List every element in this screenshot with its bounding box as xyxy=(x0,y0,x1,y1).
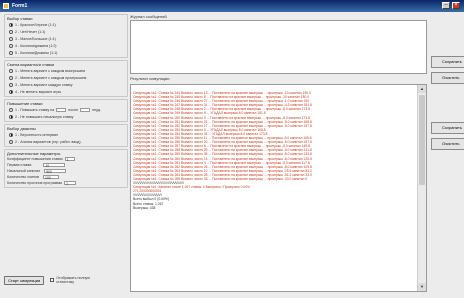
window-title: Form1 xyxy=(12,3,28,9)
raise-losses-input[interactable] xyxy=(80,107,91,112)
variant-option-1[interactable]: 1 - Менять вариант с каждым выигрышем xyxy=(9,67,125,74)
settings-panel: Выбор ставки 1 - Красное/Черное (1:1) 2 … xyxy=(4,14,128,294)
full-stats-checkbox[interactable] xyxy=(50,278,55,282)
runs-field[interactable]: 1 xyxy=(64,180,77,186)
param-label: Количество спинов xyxy=(7,175,39,179)
title-bar: Form1 – × xyxy=(0,0,464,12)
start-row: Старт симуляции Отображать полную статис… xyxy=(4,276,96,285)
bet-type-group: Выбор ставки 1 - Красное/Черное (1:1) 2 … xyxy=(4,14,128,58)
capital-field[interactable]: 500 xyxy=(44,168,67,174)
minimize-button[interactable]: – xyxy=(442,2,450,9)
messages-textbox[interactable] xyxy=(130,20,427,74)
radio-label: 2 - Не повышать начальную ставку xyxy=(15,114,74,119)
radio-label: 2 - Анализ вариантов (стр. работ. ввод) xyxy=(15,139,81,144)
raise-unit-label: неуд. xyxy=(92,107,101,112)
raise-group: Повышение ставки 1 - Повышать ставку на … xyxy=(4,99,128,122)
save-messages-button[interactable]: Сохранить xyxy=(431,56,464,68)
params-group: Дополнительные параметры Коэффициент пов… xyxy=(4,149,128,188)
dozen-group: Выбор дюжины 1 - Вероятность интервал 2 … xyxy=(4,124,128,147)
radio-label: 2 - Чет/Нечет (1:1) xyxy=(15,29,46,34)
radio-label: 1 - Красное/Черное (1:1) xyxy=(15,22,56,27)
radio-label: 4 - Не менять вариант игры xyxy=(15,89,62,94)
param-label: Коэффициент повышения ставки xyxy=(7,157,63,161)
radio-icon[interactable] xyxy=(9,89,13,94)
clear-messages-button[interactable]: Очистить xyxy=(431,72,464,84)
variant-option-3[interactable]: 3 - Менять вариант каждую ставку xyxy=(9,81,125,88)
variant-option-4[interactable]: 4 - Не менять вариант игры xyxy=(9,88,125,95)
raise-option-2[interactable]: 2 - Не повышать начальную ставку xyxy=(9,113,125,120)
bet-type-option-5[interactable]: 5 - Колонки/Дюжины (1:1) xyxy=(9,49,125,56)
param-label: Первая ставка xyxy=(7,163,32,167)
save-results-button[interactable]: Сохранить xyxy=(431,122,464,134)
radio-label: 5 - Колонки/Дюжины (1:1) xyxy=(15,50,58,55)
bet-type-option-3[interactable]: 3 - Малое/Большое (1:1) xyxy=(9,35,125,42)
radio-icon[interactable] xyxy=(9,114,13,119)
bet-type-option-1[interactable]: 1 - Красное/Черное (1:1) xyxy=(9,21,125,28)
bet-type-option-4[interactable]: 4 - Колонка/дюжина (1:2) xyxy=(9,42,125,49)
results-lines: Симуляция №1: Ставка № 244 Выпало число … xyxy=(133,87,415,210)
scroll-down-icon[interactable]: ▼ xyxy=(418,283,426,291)
radio-icon[interactable] xyxy=(9,29,13,34)
param-label: Количество прогонов программы xyxy=(7,181,63,185)
output-panel: Журнал сообщений Результат симуляции Сим… xyxy=(130,14,427,294)
app-icon xyxy=(3,3,9,9)
radio-icon[interactable] xyxy=(9,132,13,137)
radio-icon[interactable] xyxy=(9,107,13,112)
variant-group: Смена варианта/и ставки 1 - Менять вариа… xyxy=(4,60,128,97)
radio-icon[interactable] xyxy=(9,75,13,80)
clear-results-button[interactable]: Очистить xyxy=(431,138,464,150)
radio-icon[interactable] xyxy=(9,36,13,41)
raise-amount-input[interactable] xyxy=(56,107,67,112)
close-button[interactable]: × xyxy=(452,2,460,9)
param-label: Начальный капитал xyxy=(7,169,41,173)
results-label: Результат симуляции xyxy=(130,76,170,81)
scroll-up-icon[interactable]: ▲ xyxy=(418,85,426,93)
start-simulation-button[interactable]: Старт симуляции xyxy=(4,276,45,285)
radio-label: 1 - Менять вариант с каждым выигрышем xyxy=(15,68,85,73)
raise-after-label: после xyxy=(68,107,79,112)
radio-label: 1 - Повышать ставку на xyxy=(15,107,55,112)
radio-icon[interactable] xyxy=(9,22,13,27)
dozen-option-1[interactable]: 1 - Вероятность интервал xyxy=(9,131,125,138)
radio-label: 2 - Менять вариант с каждым проигрышем xyxy=(15,75,87,80)
coef-field[interactable]: 1 xyxy=(64,156,75,162)
radio-label: 3 - Менять вариант каждую ставку xyxy=(15,82,73,87)
radio-label: 3 - Малое/Большое (1:1) xyxy=(15,36,56,41)
bet-type-option-2[interactable]: 2 - Чет/Нечет (1:1) xyxy=(9,28,125,35)
radio-icon[interactable] xyxy=(9,82,13,87)
radio-icon[interactable] xyxy=(9,43,13,48)
radio-icon[interactable] xyxy=(9,139,13,144)
results-scrollbar[interactable]: ▲ ▼ xyxy=(417,85,426,291)
window-controls: – × xyxy=(442,2,460,9)
variant-option-2[interactable]: 2 - Менять вариант с каждым проигрышем xyxy=(9,74,125,81)
result-total: Выигрыш: 438 xyxy=(133,205,156,210)
first-bet-field[interactable]: 10 xyxy=(43,162,66,168)
radio-icon[interactable] xyxy=(9,50,13,55)
window-client-area: Выбор ставки 1 - Красное/Черное (1:1) 2 … xyxy=(0,12,464,298)
radio-label: 4 - Колонка/дюжина (1:2) xyxy=(15,43,57,48)
results-textbox[interactable]: Симуляция №1: Ставка № 244 Выпало число … xyxy=(130,84,427,292)
scroll-thumb[interactable] xyxy=(419,95,425,185)
dozen-option-2[interactable]: 2 - Анализ вариантов (стр. работ. ввод) xyxy=(9,138,125,145)
param-row: Количество прогонов программы 1 xyxy=(7,180,125,186)
spins-field[interactable]: 100 xyxy=(42,174,59,180)
raise-option-1[interactable]: 1 - Повышать ставку на после неуд. xyxy=(9,106,125,113)
radio-label: 1 - Вероятность интервал xyxy=(15,132,59,137)
radio-icon[interactable] xyxy=(9,68,13,73)
full-stats-label: Отображать полную статистику xyxy=(56,276,90,284)
